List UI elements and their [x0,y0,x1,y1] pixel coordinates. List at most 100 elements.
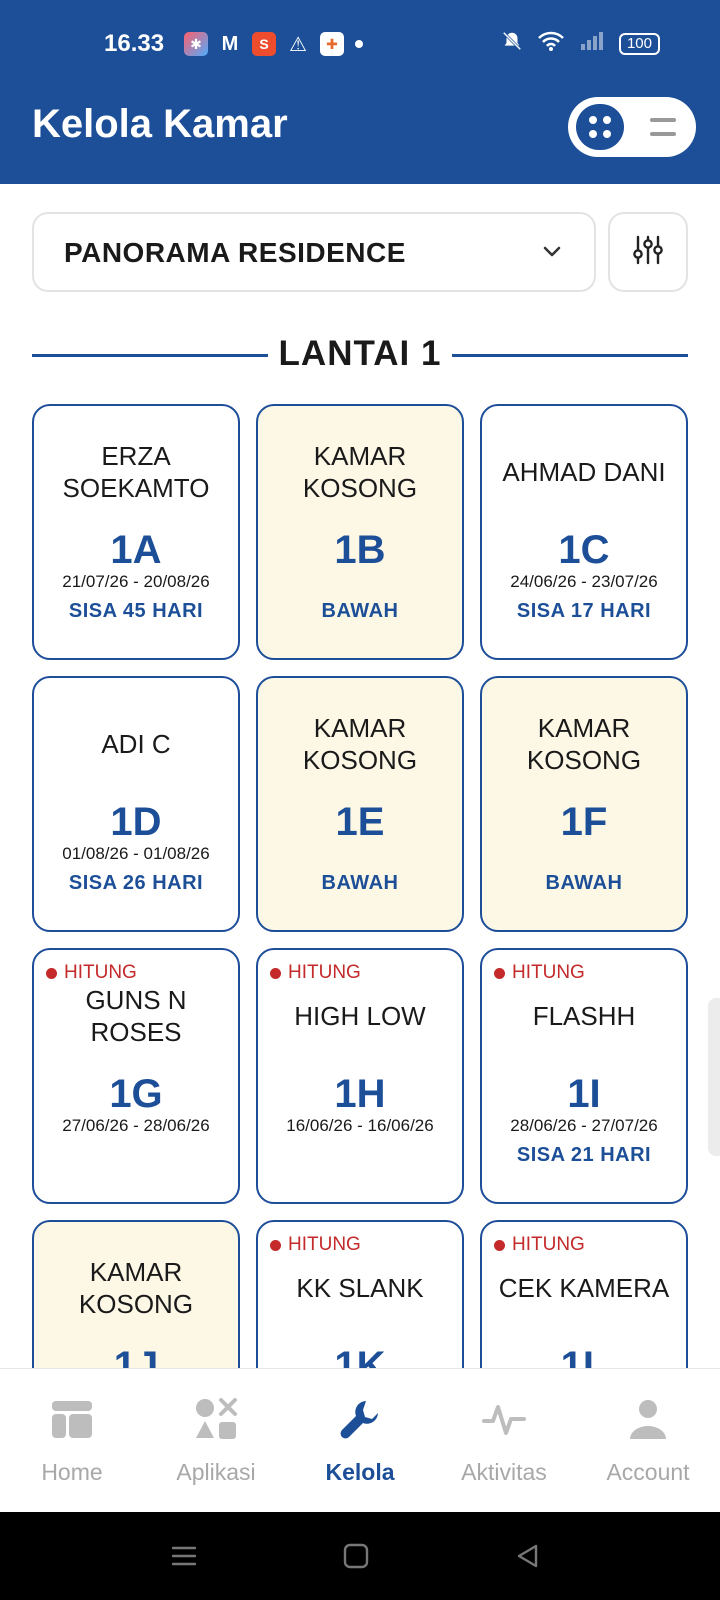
nav-item-aktivitas[interactable]: Aktivitas [432,1369,576,1513]
photos-icon: ✱ [184,32,208,56]
status-label: HITUNG [512,962,585,983]
room-occupant: KK SLANK [296,1273,424,1303]
room-number: 1B [334,528,386,572]
gmail-icon: M [221,32,239,55]
room-number: 1A [110,528,162,572]
rental-dates: 01/08/26 - 01/08/26 [62,844,210,863]
room-card[interactable]: HITUNG HIGH LOW 1H 16/06/26 - 16/06/26 [256,948,464,1204]
room-number: 1G [109,1072,163,1116]
remaining-days: BAWAH [321,872,399,894]
warning-icon: ⚠ [289,33,307,56]
room-number: 1H [334,1072,386,1116]
room-card[interactable]: ADI C 1D 01/08/26 - 01/08/26 SISA 26 HARI [32,676,240,932]
room-card[interactable]: HITUNG FLASHH 1I 28/06/26 - 27/07/26 SISA 21… [480,948,688,1204]
nav-item-kelola[interactable]: Kelola [288,1369,432,1513]
nav-label: Aplikasi [176,1459,256,1485]
status-label: HITUNG [288,962,361,983]
remaining-days: SISA 26 HARI [68,872,204,894]
nav-item-home[interactable]: Home [0,1369,144,1513]
account-icon [626,1397,670,1441]
remaining-days: BAWAH [321,600,399,622]
room-occupant: ADI C [101,729,171,759]
game-icon: ✚ [320,32,344,56]
room-number: 1K [334,1344,386,1368]
status-dot-icon [494,967,505,979]
rental-dates: 16/06/26 - 16/06/26 [286,1116,434,1135]
room-occupant: HIGH LOW [294,1001,426,1031]
nav-item-aplikasi[interactable]: Aplikasi [144,1369,288,1513]
room-occupant: KAMAR KOSONG [78,1257,194,1319]
status-badge: HITUNG [46,962,137,984]
remaining-days: SISA 21 HARI [516,1144,652,1166]
room-card[interactable]: KAMAR KOSONG 1F BAWAH [480,676,688,932]
room-occupant: KAMAR KOSONG [526,713,642,775]
nav-item-account[interactable]: Account [576,1369,720,1513]
battery-indicator: 100 [618,33,660,55]
system-nav-bar [0,1512,720,1600]
room-card[interactable]: HITUNG KK SLANK 1K [256,1220,464,1368]
room-number: 1F [560,800,608,844]
room-card[interactable]: KAMAR KOSONG 1J [32,1220,240,1368]
room-number: 1C [558,528,610,572]
edge-panel-handle[interactable] [708,998,720,1156]
room-number: 1I [567,1072,601,1116]
status-label: HITUNG [512,1234,585,1255]
status-badge: HITUNG [270,1234,361,1256]
status-dot-icon [270,967,281,979]
room-grid: ERZA SOEKAMTO 1A 21/07/26 - 20/08/26 SISA 4… [0,398,720,1368]
home-icon [50,1397,94,1441]
status-bar: 16.33 ✱ M S ⚠ ✚ 100 [0,0,720,88]
remaining-days: SISA 17 HARI [516,600,652,622]
remaining-days: BAWAH [545,872,623,894]
status-badge: HITUNG [494,1234,585,1256]
rental-dates: 28/06/26 - 27/07/26 [510,1116,658,1135]
wifi-icon [537,30,565,58]
room-card[interactable]: HITUNG CEK KAMERA 1L [480,1220,688,1368]
grid-view-icon[interactable] [576,104,624,150]
rental-dates: 27/06/26 - 28/06/26 [62,1116,210,1135]
status-dot-icon [46,967,57,979]
bottom-nav: Home Aplikasi Kelola Aktivitas Account [0,1368,720,1512]
app-bar: Kelola Kamar [0,88,720,184]
room-number: 1L [560,1344,608,1368]
property-dropdown[interactable]: PANORAMA RESIDENCE [32,212,596,292]
room-card[interactable]: KAMAR KOSONG 1B BAWAH [256,404,464,660]
wrench-icon [338,1397,382,1441]
view-toggle[interactable] [568,97,696,157]
shopee-icon: S [252,32,276,56]
room-occupant: CEK KAMERA [498,1273,670,1303]
nav-label: Account [606,1459,690,1485]
property-selected-value: PANORAMA RESIDENCE [64,237,406,268]
signal-icon [579,30,605,58]
rental-dates: 24/06/26 - 23/07/26 [510,572,658,591]
activity-icon [482,1397,526,1441]
room-card[interactable]: HITUNG GUNS N ROSES 1G 27/06/26 - 28/06/26 [32,948,240,1204]
room-occupant: AHMAD DANI [502,457,666,487]
status-badge: HITUNG [494,962,585,984]
back-icon[interactable] [514,1542,542,1575]
home-square-icon[interactable] [342,1542,370,1575]
room-number: 1E [335,800,385,844]
status-dot-icon [494,1239,505,1251]
list-view-icon[interactable] [650,118,676,136]
nav-label: Kelola [325,1459,395,1485]
status-right-icons: 100 [501,30,660,58]
room-card[interactable]: ERZA SOEKAMTO 1A 21/07/26 - 20/08/26 SISA 4… [32,404,240,660]
status-dot-icon [270,1239,281,1251]
menu-icon[interactable] [170,1542,198,1575]
status-badge: HITUNG [270,962,361,984]
filter-button[interactable] [608,212,688,292]
nav-label: Home [41,1459,103,1485]
room-card[interactable]: AHMAD DANI 1C 24/06/26 - 23/07/26 SISA 17 H… [480,404,688,660]
nav-label: Aktivitas [461,1459,547,1485]
dot-icon [354,32,364,56]
page-title: Kelola Kamar [32,102,288,146]
notification-icons: ✱ M S ⚠ ✚ [184,32,364,56]
room-occupant: KAMAR KOSONG [302,713,418,775]
sliders-icon [631,233,665,272]
room-occupant: GUNS N ROSES [85,985,187,1047]
floor-header: LANTAI 1 [32,332,688,382]
room-number: 1J [113,1344,159,1368]
apps-icon [194,1397,238,1441]
room-card[interactable]: KAMAR KOSONG 1E BAWAH [256,676,464,932]
